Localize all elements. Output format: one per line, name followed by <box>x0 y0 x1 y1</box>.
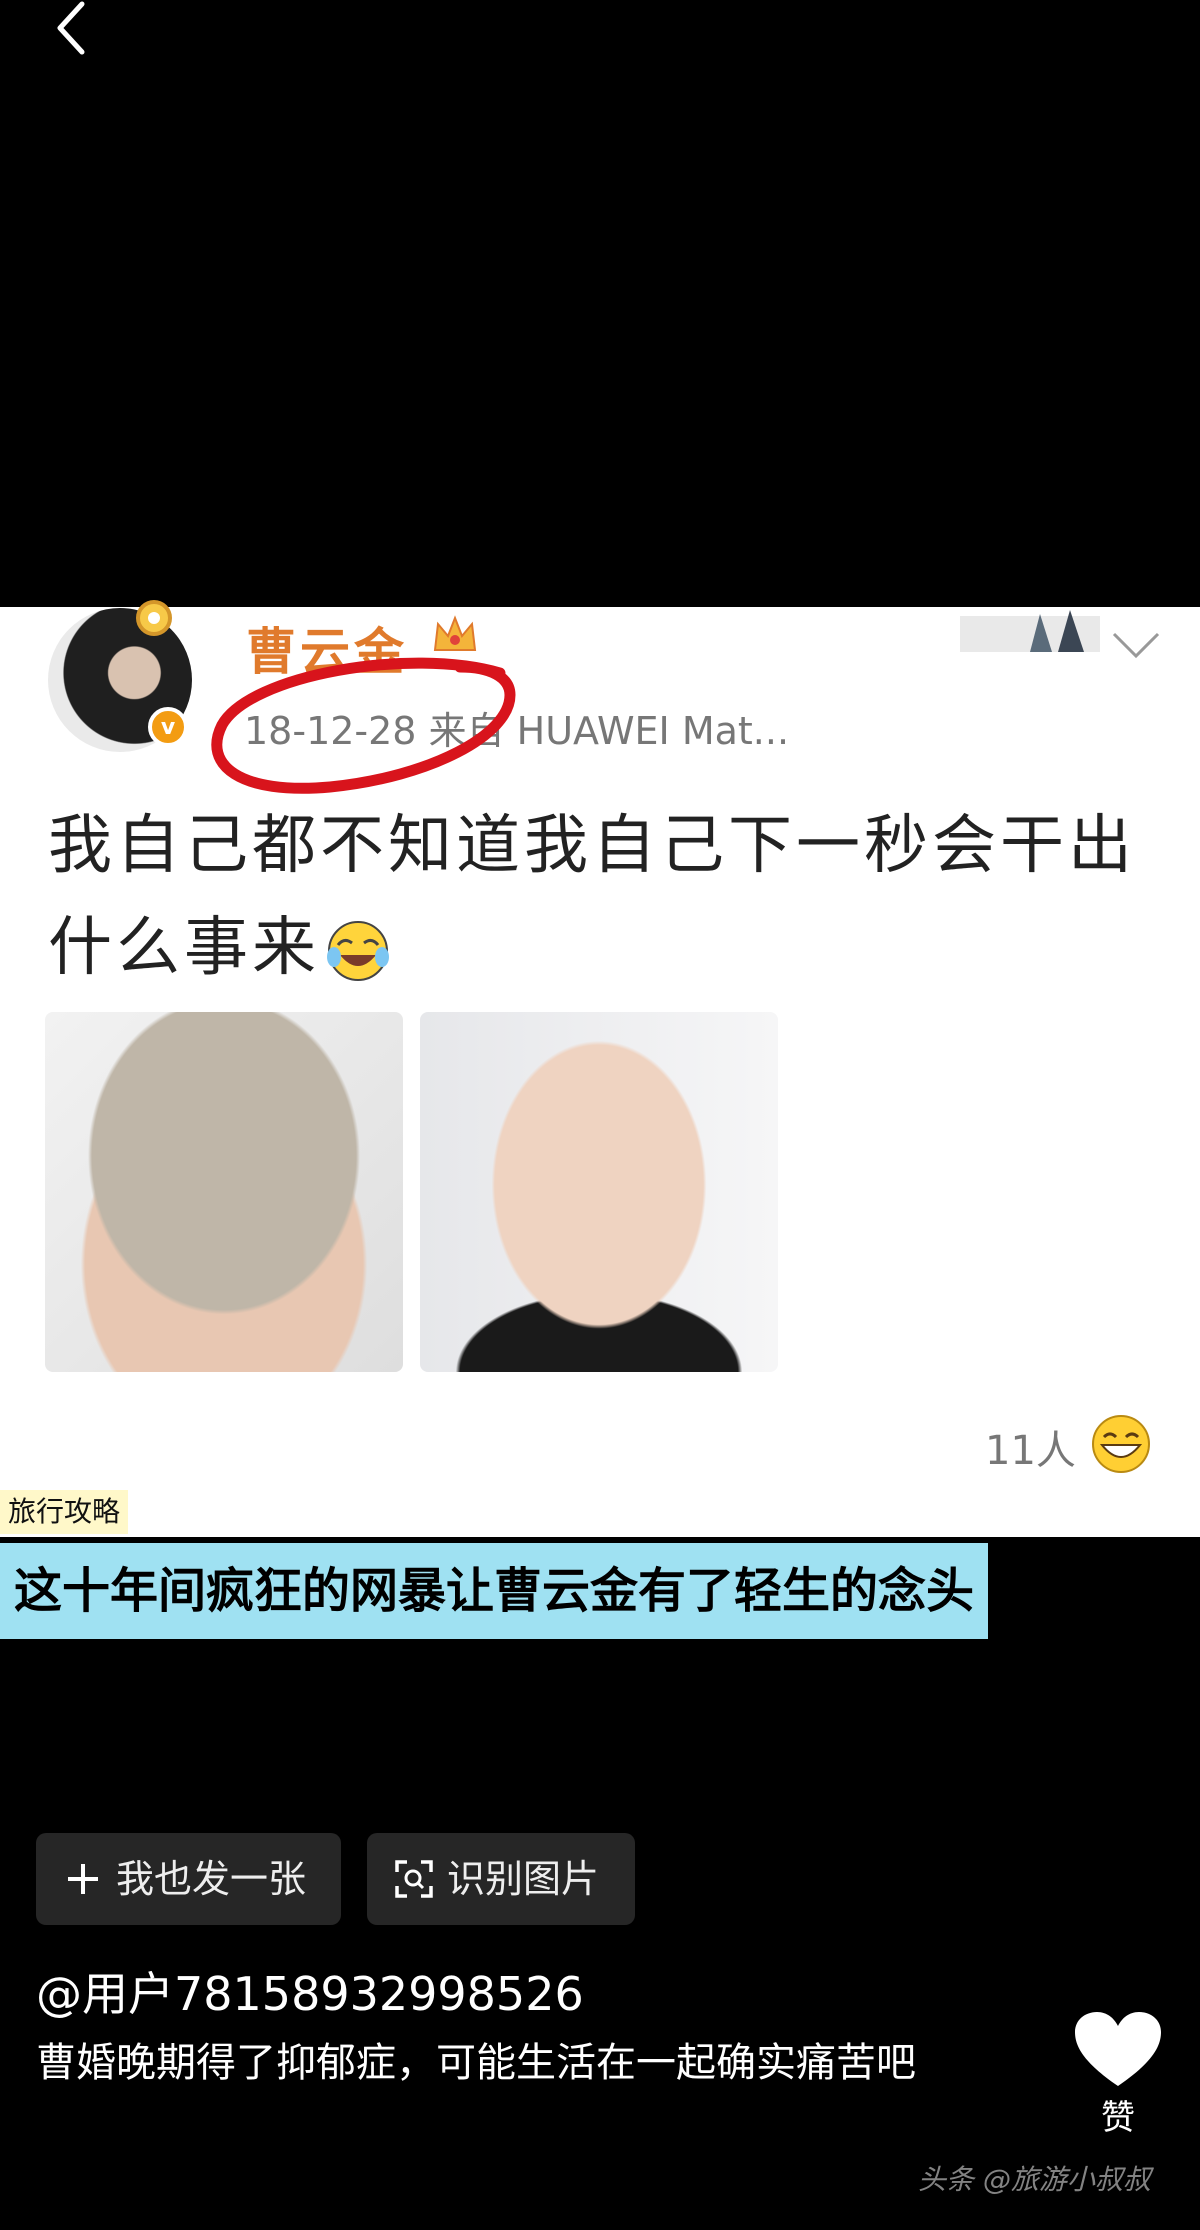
headline-caption: 这十年间疯狂的网暴让曹云金有了轻生的念头 <box>0 1543 989 1639</box>
recognize-image-button[interactable]: 识别图片 <box>367 1833 635 1925</box>
chevron-down-icon[interactable] <box>1110 630 1162 660</box>
topic-tag[interactable]: 旅行攻略 <box>0 1490 129 1534</box>
like-count: 11人 <box>985 1428 1076 1474</box>
post-text: 我自己都不知道我自己下一秒会干出什么事来 <box>48 809 1136 985</box>
crown-icon <box>433 615 477 651</box>
heart-icon <box>1075 2012 1161 2086</box>
recognize-image-label: 识别图片 <box>447 1857 600 1901</box>
like-label: 赞 <box>1101 2098 1135 2138</box>
scan-icon <box>395 1860 433 1898</box>
plus-icon <box>68 1864 98 1894</box>
laughing-crying-emoji-icon <box>327 921 389 982</box>
post-photo-2[interactable] <box>420 1012 778 1372</box>
avatar-badge-icon <box>136 600 172 636</box>
grinning-emoji-icon <box>1092 1415 1150 1473</box>
back-button[interactable] <box>48 0 108 60</box>
comment-username[interactable]: @用户78158932998526 <box>36 1958 584 2024</box>
sticker-thumbnail <box>960 610 1100 652</box>
comment-text: 曹婚晚期得了抑郁症，可能生活在一起确实痛苦吧 <box>36 2040 916 2086</box>
post-one-too-button[interactable]: 我也发一张 <box>36 1833 341 1925</box>
like-button[interactable]: 赞 <box>1068 2010 1168 2138</box>
post-photo-1[interactable] <box>45 1012 403 1372</box>
chevron-left-icon <box>57 1 85 55</box>
watermark: 头条 @旅游小叔叔 <box>918 2163 1151 2196</box>
post-one-too-label: 我也发一张 <box>116 1857 307 1901</box>
verified-badge: v <box>148 707 188 747</box>
red-circle-annotation <box>211 657 516 794</box>
